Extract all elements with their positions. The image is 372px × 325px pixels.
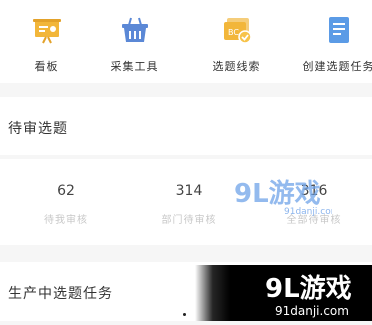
review-section-title: 待审选题	[8, 118, 68, 138]
tool-collect[interactable]: 采集工具	[88, 14, 181, 76]
tool-topic-clue-label: 选题线索	[213, 58, 261, 74]
watermark-large: 9L游戏 91danji.com	[195, 265, 372, 321]
quick-tools-panel: 看板 采集工具 BC 选题线索 创建选题任务	[0, 0, 372, 83]
basket-icon	[119, 14, 151, 46]
tool-topic-clue[interactable]: BC 选题线索	[190, 14, 283, 76]
review-section-header[interactable]: 待审选题	[0, 97, 372, 155]
stat-caption: 全部待审核	[287, 211, 342, 226]
stat-value: 62	[57, 183, 75, 199]
dashboard-board-icon	[31, 14, 63, 46]
watermark-large-url: 91danji.com	[275, 304, 349, 318]
document-icon	[323, 14, 355, 46]
tool-collect-label: 采集工具	[111, 58, 159, 74]
topic-clue-icon: BC	[221, 14, 253, 46]
stat-caption: 待我审核	[44, 211, 88, 226]
stat-caption: 部门待审核	[162, 211, 217, 226]
tool-dashboard[interactable]: 看板	[0, 14, 93, 76]
production-section-title: 生产中选题任务	[8, 283, 113, 303]
stat-value: 316	[301, 183, 328, 199]
review-stats: 62 待我审核 314 部门待审核 316 全部待审核	[0, 159, 372, 245]
tool-dashboard-label: 看板	[35, 58, 59, 74]
tool-create-task-label: 创建选题任务	[303, 58, 372, 74]
watermark-large-logo: 9L游戏	[265, 274, 352, 304]
stat-value: 314	[176, 183, 203, 199]
stat-all-review[interactable]: 316 全部待审核	[252, 183, 372, 226]
page-indicator-dot	[183, 313, 186, 316]
tool-create-task[interactable]: 创建选题任务	[292, 14, 372, 76]
svg-text:BC: BC	[228, 28, 239, 37]
stat-department-review[interactable]: 314 部门待审核	[127, 183, 251, 226]
stat-my-review[interactable]: 62 待我审核	[4, 183, 128, 226]
